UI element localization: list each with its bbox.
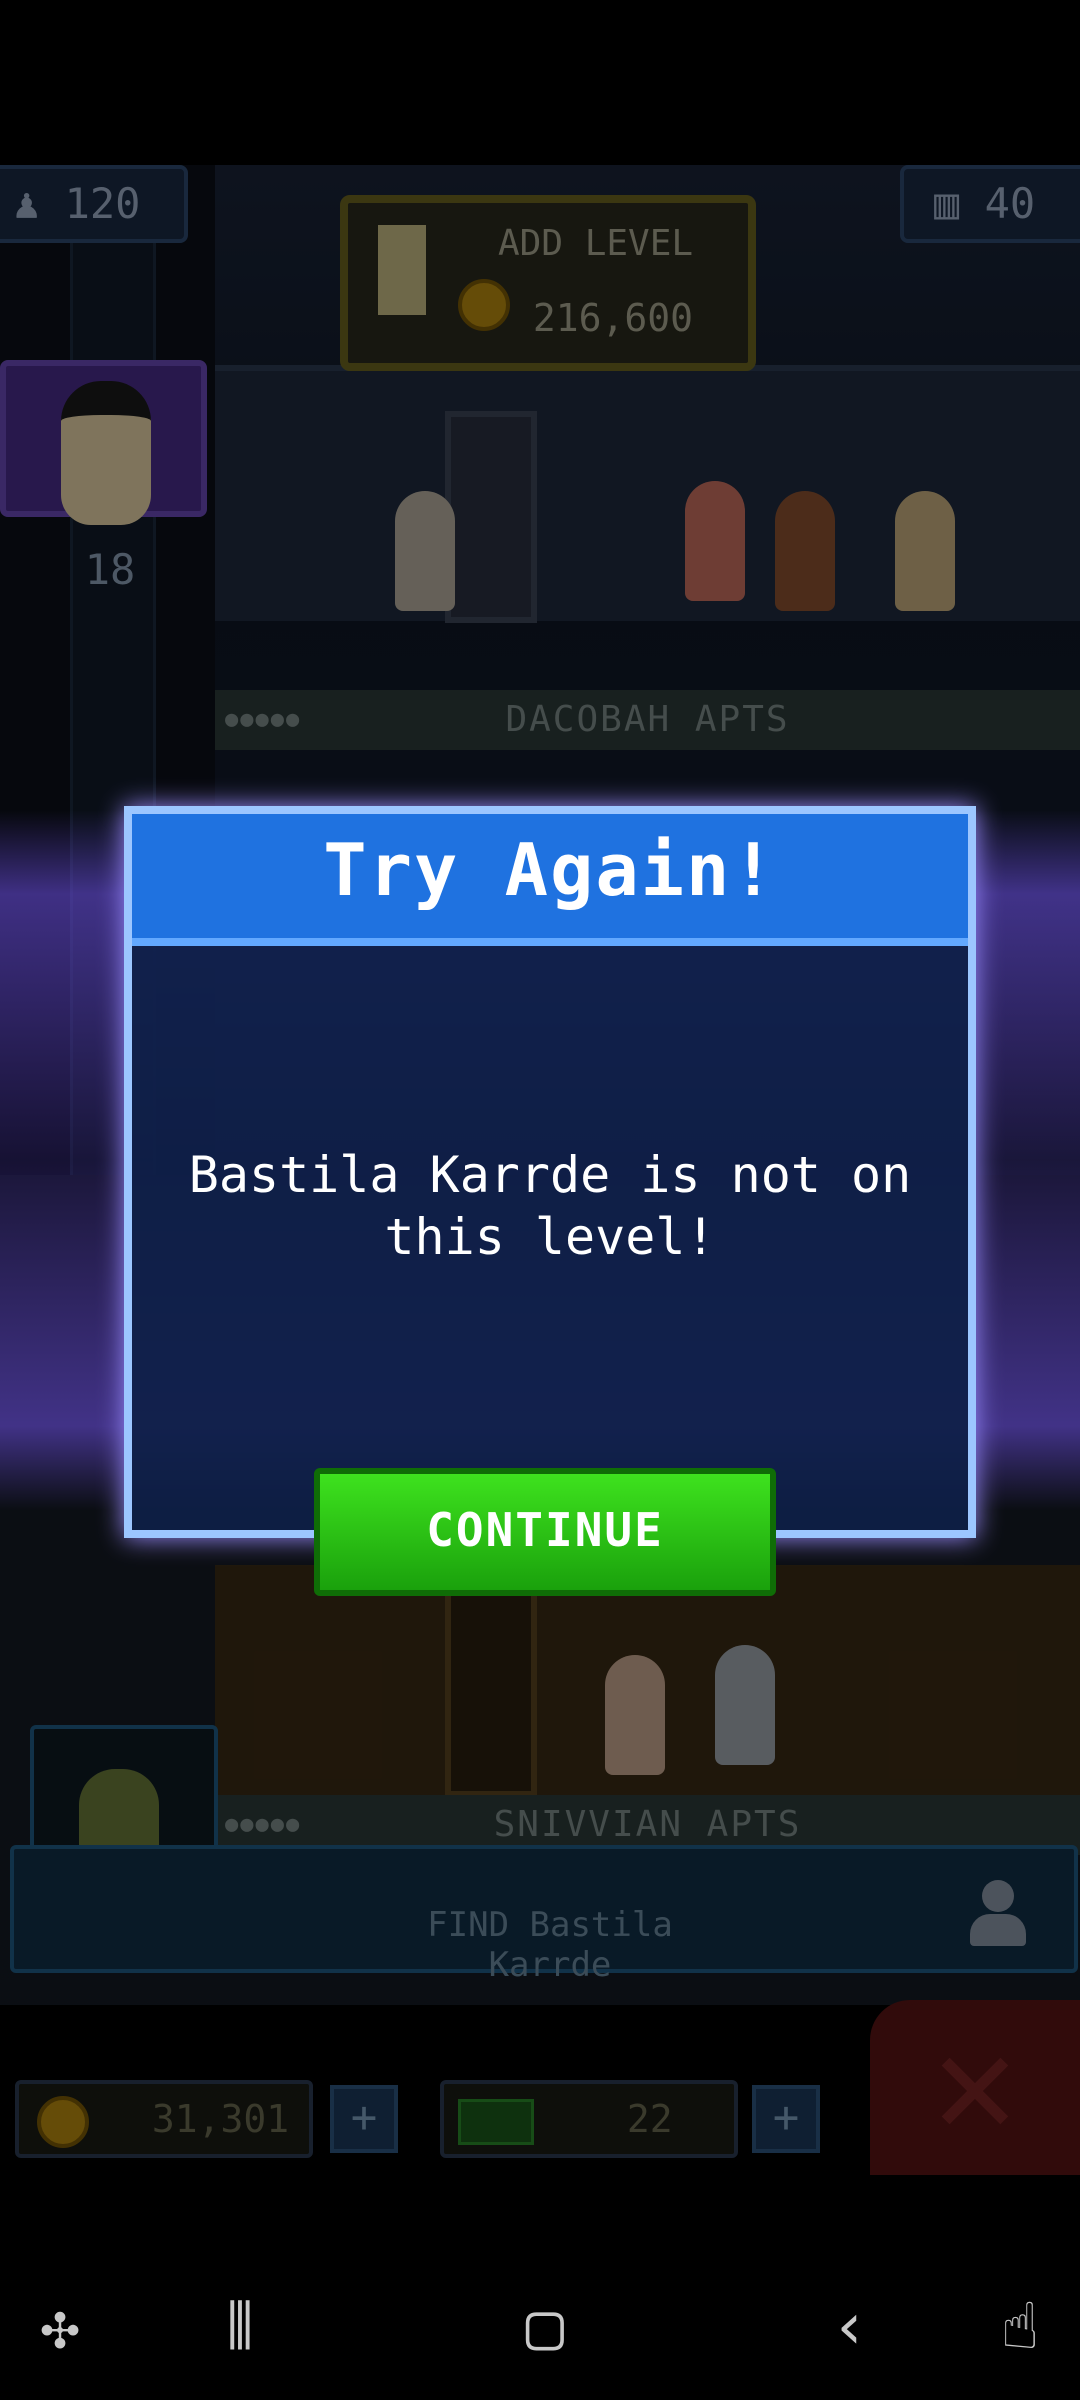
buy-coins-button[interactable]: + [330, 2085, 398, 2153]
recent-apps-icon[interactable]: ⦀ [190, 2290, 290, 2364]
bux-icon [458, 2098, 534, 2145]
population-value: 120 [64, 179, 141, 228]
system-nav-bar [0, 2175, 1080, 2400]
try-again-dialog: Try Again! Bastila Karrde is not on this… [124, 806, 976, 1538]
elevator-car[interactable] [0, 360, 207, 525]
passenger-avatar [61, 381, 151, 525]
floors-value: 40 [984, 179, 1036, 228]
bux-value: 22 [626, 2097, 673, 2141]
coin-icon [37, 2095, 89, 2148]
add-level-button[interactable]: ADD LEVEL 216,600 [340, 195, 756, 371]
floors-counter: ▥ 40 [900, 165, 1080, 243]
home-icon[interactable]: ▢ [495, 2290, 595, 2364]
door [445, 411, 537, 623]
resident-sprite [605, 1655, 665, 1775]
floor-room-snivvian [215, 1565, 1080, 1797]
person-icon: ♟ [14, 179, 40, 228]
find-mission-text: FIND Bastila Karrde [427, 1905, 673, 1985]
resident-sprite [715, 1645, 775, 1765]
floor-label: DACOBAH APTS [215, 690, 1080, 750]
resident-sprite [685, 481, 745, 601]
person-icon [970, 1880, 1026, 1946]
dialog-title-bar: Try Again! [132, 814, 968, 946]
coin-balance: 31,301 [15, 2080, 313, 2158]
back-icon[interactable]: ‹ [800, 2290, 900, 2364]
bux-balance: 22 [440, 2080, 738, 2158]
population-counter: ♟ 120 [0, 165, 188, 243]
floor-rating: ●●●●● [225, 707, 302, 732]
dialog-title: Try Again! [323, 828, 777, 912]
elevator-level: 18 [84, 545, 136, 594]
add-level-cost: 216,600 [458, 279, 693, 340]
screen-touch-icon[interactable]: ☝ [970, 2290, 1070, 2364]
coin-icon [458, 279, 510, 331]
add-level-label: ADD LEVEL [498, 223, 694, 264]
resident-sprite [775, 491, 835, 611]
floor-room-dacobah [215, 365, 1080, 623]
door [445, 1585, 537, 1797]
game-launcher-icon[interactable]: ✣ [10, 2290, 110, 2364]
building-icon: ▥ [934, 179, 960, 228]
buy-bux-button[interactable]: + [752, 2085, 820, 2153]
coin-value: 31,301 [151, 2097, 290, 2141]
dialog-message: Bastila Karrde is not on this level! [188, 1146, 912, 1266]
add-floor-icon [378, 225, 426, 315]
continue-button[interactable]: CONTINUE [314, 1468, 776, 1596]
resident-sprite [395, 491, 455, 611]
close-icon[interactable]: ✕ [870, 2000, 1080, 2175]
resident-sprite [895, 491, 955, 611]
